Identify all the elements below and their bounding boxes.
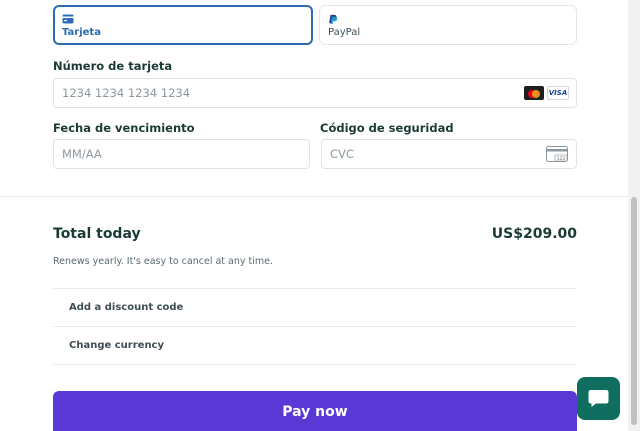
tab-card[interactable]: Tarjeta: [53, 5, 313, 45]
pay-now-label: Pay now: [282, 403, 348, 420]
cvc-icon-text: 123: [557, 156, 566, 162]
credit-card-icon: [62, 14, 74, 24]
total-amount: US$209.00: [491, 226, 577, 242]
section-divider: [0, 196, 640, 197]
change-currency-link[interactable]: Change currency: [69, 340, 164, 351]
tab-paypal-label: PayPal: [328, 27, 361, 38]
mastercard-icon: [524, 86, 544, 100]
card-number-label: Número de tarjeta: [53, 59, 173, 73]
pay-now-button[interactable]: Pay now: [53, 391, 577, 431]
row-divider: [53, 326, 577, 327]
cvc-card-icon: 123: [546, 146, 568, 162]
chat-button[interactable]: [577, 377, 620, 420]
row-divider: [53, 288, 577, 289]
checkout-page: Tarjeta PayPal Número de tarjeta VISA Fe…: [0, 0, 640, 431]
tab-paypal[interactable]: PayPal: [319, 5, 577, 45]
visa-icon: VISA: [547, 86, 569, 100]
cvc-input[interactable]: [321, 139, 577, 169]
row-divider: [53, 364, 577, 365]
tab-card-label: Tarjeta: [62, 27, 101, 38]
paypal-icon: [329, 14, 338, 25]
expiry-label: Fecha de vencimiento: [53, 121, 195, 135]
chat-bubble-icon: [588, 390, 609, 407]
add-discount-code-link[interactable]: Add a discount code: [69, 302, 183, 313]
card-number-input[interactable]: [53, 78, 577, 108]
expiry-input[interactable]: [53, 139, 310, 169]
cvc-label: Código de seguridad: [320, 121, 454, 135]
renew-note: Renews yearly. It's easy to cancel at an…: [53, 256, 274, 267]
scrollbar-thumb[interactable]: [631, 197, 637, 425]
total-label: Total today: [53, 226, 141, 242]
